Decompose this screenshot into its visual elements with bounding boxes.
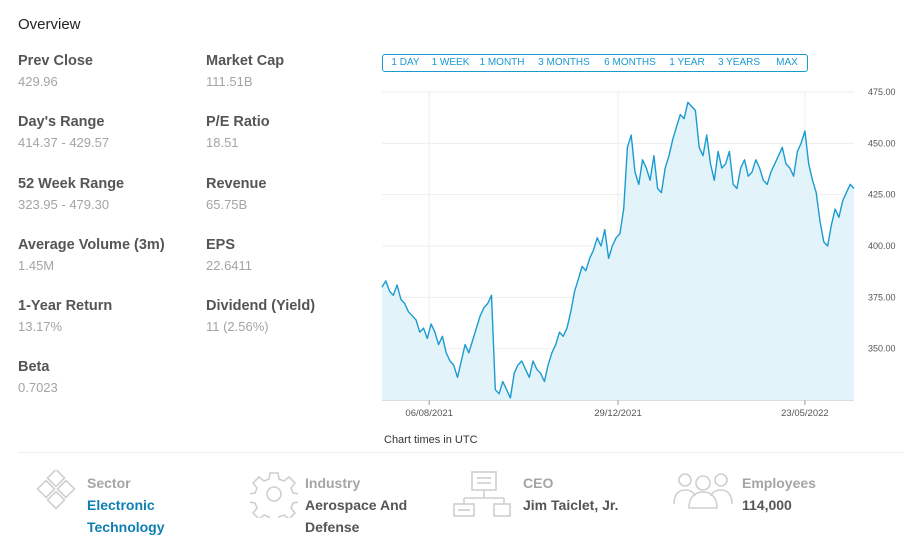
stat-beta: Beta 0.7023 <box>18 358 198 397</box>
sector-link[interactable]: Electronic Technology <box>87 494 227 538</box>
stat-label: 52 Week Range <box>18 176 125 192</box>
stat-label: Prev Close <box>18 53 93 69</box>
info-text: CEO Jim Taiclet, Jr. <box>523 474 663 516</box>
range-tab-1-week[interactable]: 1 WEEK <box>428 55 473 71</box>
y-tick-label: 400.00 <box>868 241 896 251</box>
price-chart[interactable]: 475.00 450.00 425.00 400.00 375.00 350.00 06/… <box>380 84 900 424</box>
range-tab-3-years[interactable]: 3 YEARS <box>711 55 767 71</box>
stat-label: Beta <box>18 359 50 375</box>
info-value: Jim Taiclet, Jr. <box>523 497 619 513</box>
stat-label: P/E Ratio <box>206 114 270 130</box>
range-tab-1-year[interactable]: 1 YEAR <box>663 55 711 71</box>
employees-people-icon <box>673 473 733 509</box>
stat-value: 13.17% <box>18 319 63 334</box>
sector-icon <box>36 470 76 510</box>
ceo-org-chart-icon <box>453 471 511 517</box>
info-text: Employees 114,000 <box>742 474 882 516</box>
y-tick-label: 375.00 <box>868 292 896 302</box>
stat-label: Market Cap <box>206 53 285 69</box>
industry-gear-icon <box>250 472 298 518</box>
range-tab-1-day[interactable]: 1 DAY <box>383 55 428 71</box>
stat-label: EPS <box>206 237 236 253</box>
stat-value: 1.45M <box>18 258 55 273</box>
stat-value: 65.75B <box>206 197 248 212</box>
x-tick-label: 06/08/2021 <box>405 408 453 419</box>
info-value: 114,000 <box>742 497 792 513</box>
info-label: Employees <box>742 475 816 491</box>
section-divider <box>18 452 904 453</box>
section-title-overview: Overview <box>18 16 81 33</box>
y-tick-label: 475.00 <box>868 87 896 97</box>
x-tick-label: 23/05/2022 <box>781 408 829 419</box>
stat-value: 18.51 <box>206 135 239 150</box>
info-label: Industry <box>305 475 361 491</box>
stat-days-range: Day's Range 414.37 - 429.57 <box>18 113 198 152</box>
y-axis-ticks: 475.00 450.00 425.00 400.00 375.00 350.00 <box>868 87 896 354</box>
y-tick-label: 425.00 <box>868 190 896 200</box>
stat-value: 22.6411 <box>206 258 253 273</box>
range-tab-1-month[interactable]: 1 MONTH <box>473 55 531 71</box>
stat-value: 111.51B <box>206 74 253 89</box>
stat-label: Revenue <box>206 176 267 192</box>
range-tab-max[interactable]: MAX <box>767 55 807 71</box>
chart-timezone-note: Chart times in UTC <box>384 434 478 446</box>
stat-52-week-range: 52 Week Range 323.95 - 479.30 <box>18 175 198 214</box>
stat-value: 11 (2.56%) <box>206 319 269 334</box>
stat-market-cap: Market Cap 111.51B <box>206 52 386 91</box>
stat-label: Dividend (Yield) <box>206 298 316 314</box>
stat-label: Average Volume (3m) <box>18 237 165 253</box>
info-label: CEO <box>523 475 554 491</box>
stat-value: 429.96 <box>18 74 58 89</box>
range-tab-6-months[interactable]: 6 MONTHS <box>597 55 663 71</box>
info-label: Sector <box>87 475 131 491</box>
stat-revenue: Revenue 65.75B <box>206 175 386 214</box>
x-tick-label: 29/12/2021 <box>594 408 642 419</box>
stat-1-year-return: 1-Year Return 13.17% <box>18 297 198 336</box>
stat-value: 323.95 - 479.30 <box>18 197 110 212</box>
stat-pe-ratio: P/E Ratio 18.51 <box>206 113 386 152</box>
stat-average-volume: Average Volume (3m) 1.45M <box>18 236 198 275</box>
stat-eps: EPS 22.6411 <box>206 236 386 275</box>
stat-value: 0.7023 <box>18 380 58 395</box>
stat-label: 1-Year Return <box>18 298 113 314</box>
stat-dividend-yield: Dividend (Yield) 11 (2.56%) <box>206 297 386 336</box>
stat-label: Day's Range <box>18 114 105 130</box>
range-tab-3-months[interactable]: 3 MONTHS <box>531 55 597 71</box>
stat-value: 414.37 - 429.57 <box>18 135 110 150</box>
info-text: Sector Electronic Technology <box>87 474 227 538</box>
stat-prev-close: Prev Close 429.96 <box>18 52 198 91</box>
y-tick-label: 450.00 <box>868 138 896 148</box>
chart-range-tabs: 1 DAY 1 WEEK 1 MONTH 3 MONTHS 6 MONTHS 1… <box>382 54 808 72</box>
info-value: Aerospace And Defense <box>305 497 408 535</box>
info-text: Industry Aerospace And Defense <box>305 474 445 538</box>
x-axis-ticks: 06/08/2021 29/12/2021 23/05/2022 <box>405 408 828 419</box>
y-tick-label: 350.00 <box>868 344 896 354</box>
